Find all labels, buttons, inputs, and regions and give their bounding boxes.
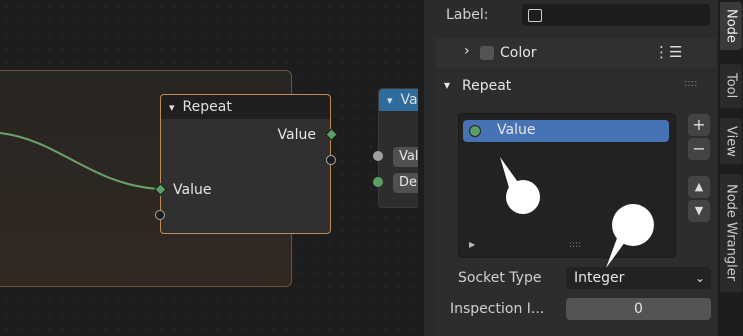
value-input-socket-green[interactable] — [373, 177, 383, 187]
socket-color-icon — [469, 125, 481, 137]
tab-tool[interactable]: Tool — [720, 64, 742, 108]
label-input[interactable] — [522, 4, 710, 26]
value-node-header[interactable]: ▾ Va — [379, 89, 418, 111]
properties-panel: Label: › Color ⋮☰ ▾ Repeat :::: Value ▶ … — [424, 0, 718, 336]
color-section-label: Color — [500, 45, 537, 61]
socket-type-dropdown[interactable]: Integer ⌄ — [566, 267, 711, 289]
sidebar-tabs: Node Tool View Node Wrangler — [718, 0, 743, 336]
repeat-output-label: Value — [277, 127, 316, 143]
value-node-title: Va — [400, 92, 418, 108]
tab-node[interactable]: Node — [720, 2, 742, 50]
value-node[interactable]: ▾ Va Val De — [378, 88, 418, 208]
label-icon — [528, 9, 542, 22]
resize-handle-icon[interactable]: :::: — [569, 240, 581, 250]
move-up-button[interactable]: ▲ — [688, 176, 710, 198]
socket-type-value: Integer — [574, 270, 625, 286]
repeat-output-extend-socket[interactable] — [326, 155, 336, 165]
value-input-socket-gray[interactable] — [373, 151, 383, 161]
chevron-down-icon[interactable]: ▾ — [387, 94, 393, 107]
chevron-down-icon[interactable]: ▾ — [169, 101, 175, 114]
repeat-section-title: Repeat — [462, 78, 512, 94]
remove-item-button[interactable]: − — [688, 138, 710, 160]
tab-node-wrangler[interactable]: Node Wrangler — [720, 174, 742, 292]
node-editor-canvas[interactable]: ▾ Repeat Value Value ▾ Va Val De — [0, 0, 418, 336]
label-field-label: Label: — [446, 7, 489, 23]
repeat-node-header[interactable]: ▾ Repeat — [161, 95, 330, 119]
repeat-node-title: Repeat — [182, 99, 232, 115]
tab-view[interactable]: View — [720, 118, 742, 164]
drag-handle-icon[interactable]: :::: — [684, 78, 697, 89]
socket-type-label: Socket Type — [458, 270, 542, 286]
color-checkbox[interactable] — [480, 46, 494, 60]
list-item-label[interactable]: Value — [497, 122, 535, 138]
inspection-index-field[interactable]: 0 — [566, 298, 711, 320]
value-field-1[interactable]: Val — [393, 147, 418, 167]
repeat-input-label: Value — [173, 182, 212, 198]
chevron-down-icon[interactable]: ▾ — [444, 78, 450, 92]
add-item-button[interactable]: + — [688, 114, 710, 136]
chevron-right-icon[interactable]: › — [464, 43, 470, 59]
list-options-icon[interactable]: ⋮☰ — [654, 43, 682, 61]
annotation-tail-2 — [606, 230, 628, 268]
inspection-label: Inspection I... — [450, 301, 545, 317]
move-down-button[interactable]: ▼ — [688, 200, 710, 222]
color-section[interactable]: › Color ⋮☰ — [436, 38, 716, 68]
repeat-input-extend-socket[interactable] — [155, 210, 165, 220]
chevron-down-icon: ⌄ — [694, 271, 705, 285]
list-item[interactable]: Value — [463, 120, 669, 142]
expand-triangle-icon[interactable]: ▶ — [469, 240, 475, 249]
value-field-2[interactable]: De — [393, 173, 418, 193]
repeat-node[interactable]: ▾ Repeat Value Value — [160, 94, 331, 234]
annotation-tail-1 — [500, 157, 520, 191]
